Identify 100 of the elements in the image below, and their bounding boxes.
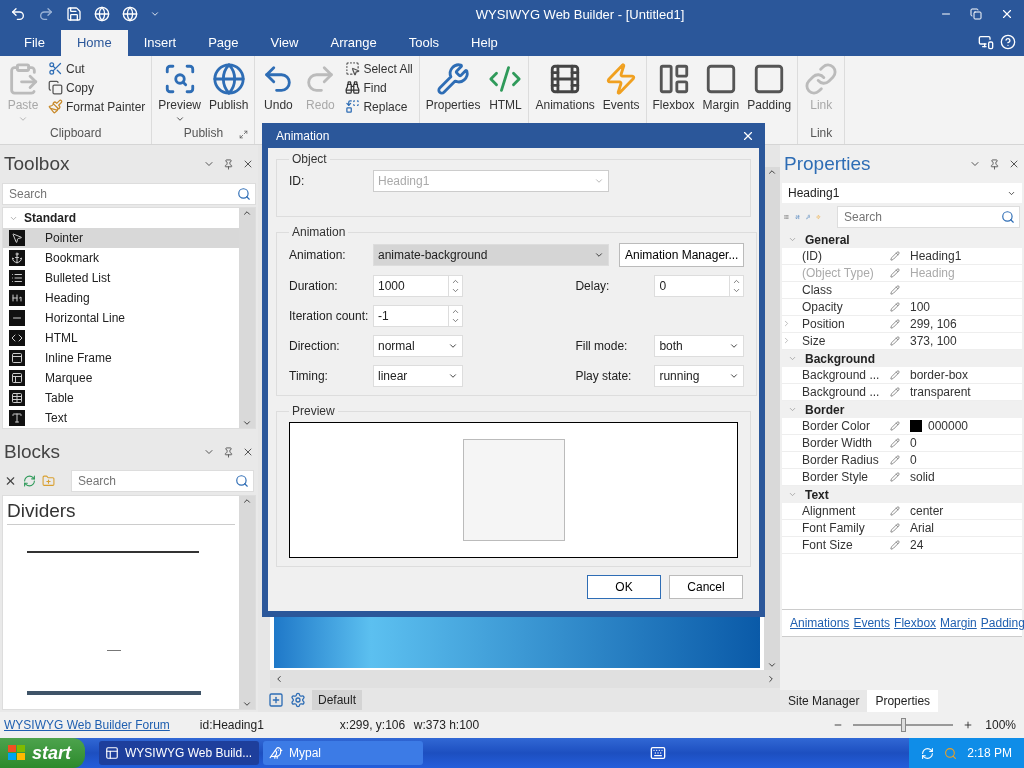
link[interactable]: Margin [940,616,977,630]
link[interactable]: Animations [790,616,850,630]
toolbox-item[interactable]: Marquee [3,368,239,388]
toolbox-item[interactable]: Heading [3,288,239,308]
menu-tab[interactable]: Tools [392,30,456,56]
dropdown[interactable]: both [654,335,745,357]
edit-icon[interactable] [890,268,900,278]
edit-icon[interactable] [890,336,900,346]
panel-tab[interactable]: Properties [867,690,939,712]
toolbox-item[interactable]: HTML [3,328,239,348]
dialog-button[interactable]: Cancel [669,575,743,599]
edit-icon[interactable] [890,319,900,329]
search-field[interactable]: Search [2,183,256,205]
search-field[interactable]: Search [71,470,254,492]
animation-dropdown[interactable]: animate-background [373,244,609,266]
ribbon-button[interactable]: Margin [700,60,742,126]
scroll-up-icon[interactable] [242,208,252,218]
scroll-right-icon[interactable] [766,674,776,684]
launcher-icon[interactable] [239,130,249,139]
edit-icon[interactable] [890,455,900,465]
group-header[interactable]: Text [782,486,1022,503]
toolbox-item[interactable]: Text [3,408,239,428]
forum-link[interactable]: WYSIWYG Web Builder Forum [4,718,170,732]
slider-thumb[interactable] [901,718,907,732]
dropdown[interactable]: linear [373,365,463,387]
menu-tab[interactable]: Arrange [314,30,393,56]
dialog-button[interactable]: OK [587,575,661,599]
object-dropdown[interactable]: Heading1 [782,183,1022,203]
ribbon-button[interactable]: Events [600,60,642,126]
expander-icon[interactable] [782,336,791,345]
up-icon[interactable] [732,277,742,286]
ribbon-button[interactable]: Replace [343,98,415,115]
search-input[interactable]: Search [7,186,237,202]
menu-tab[interactable]: View [254,30,315,56]
up-icon[interactable] [451,277,460,286]
dropdown[interactable]: normal [373,335,463,357]
add-page-icon[interactable] [268,692,284,708]
keyboard-icon[interactable] [650,745,667,761]
menu-tab[interactable]: Insert [127,30,193,56]
search-input[interactable]: Search [76,473,235,489]
scroll-down-icon[interactable] [242,699,252,709]
menu-tab[interactable]: Page [192,30,255,56]
folder-icon[interactable] [42,473,55,489]
close-icon[interactable] [242,158,254,170]
down-icon[interactable] [732,286,742,295]
ribbon-button[interactable]: Cut [46,60,148,77]
edit-icon[interactable] [890,472,900,482]
close-icon[interactable] [1000,7,1014,21]
page-settings-icon[interactable] [290,692,306,708]
scroll-down-icon[interactable] [767,660,777,670]
ribbon-button[interactable]: Select All [343,60,415,77]
pin-icon[interactable] [223,446,234,458]
close-icon[interactable] [1008,158,1020,170]
menu-tab[interactable]: File [8,30,61,56]
scroll-left-icon[interactable] [274,674,284,684]
toolbox-item[interactable]: Bulleted List [3,268,239,288]
spin-field[interactable]: -1 [373,305,463,327]
canvas-tab[interactable]: Default [312,690,363,710]
category-header[interactable]: Standard [3,208,239,228]
ribbon-button[interactable]: Undo [259,60,298,126]
group-header[interactable]: General [782,231,1022,248]
taskbar-button[interactable]: WYSIWYG Web Build... [99,741,259,765]
scroll-up-icon[interactable] [242,496,252,506]
expander-icon[interactable] [782,319,791,328]
ribbon-button[interactable]: Flexbox [650,60,697,126]
edit-icon[interactable] [890,523,900,533]
ribbon-button[interactable]: Publish [207,60,251,126]
redo-icon[interactable] [38,6,54,22]
search-field[interactable]: Search [837,206,1020,228]
link[interactable]: Padding [980,616,1024,630]
edit-icon[interactable] [890,302,900,312]
ribbon-button[interactable]: HTML [486,60,525,126]
pin-icon[interactable] [989,158,1000,170]
restore-icon[interactable] [970,8,982,20]
edit-icon[interactable] [890,421,900,431]
ribbon-button[interactable]: Padding [745,60,794,126]
menu-tab[interactable]: Help [455,30,514,56]
scroll-up-icon[interactable] [767,167,777,177]
ribbon-button[interactable]: Copy [46,79,148,96]
customize-icon[interactable] [150,9,160,19]
toolbox-item[interactable]: Pointer [3,228,239,248]
device-icon[interactable] [978,34,994,50]
ribbon-button[interactable]: Properties [423,60,483,126]
ribbon-button[interactable]: Find [343,79,415,96]
ribbon-button[interactable]: Animations [533,60,597,126]
toolbox-item[interactable]: Bookmark [3,248,239,268]
spin-field[interactable]: 0 [654,275,745,297]
edit-icon[interactable] [890,251,900,261]
scroll-down-icon[interactable] [242,418,252,428]
undo-icon[interactable] [10,6,26,22]
save-icon[interactable] [66,6,82,22]
help-icon[interactable] [1000,34,1016,50]
panel-tab[interactable]: Site Manager [780,690,868,712]
ribbon-button[interactable]: Preview [156,60,204,126]
animation-manager-button[interactable]: Animation Manager... [619,243,745,267]
group-header[interactable]: Background [782,350,1022,367]
edit-icon[interactable] [890,438,900,448]
ribbon-button[interactable]: Format Painter [46,98,148,115]
link[interactable]: Flexbox [894,616,937,630]
toolbox-item[interactable]: Table [3,388,239,408]
